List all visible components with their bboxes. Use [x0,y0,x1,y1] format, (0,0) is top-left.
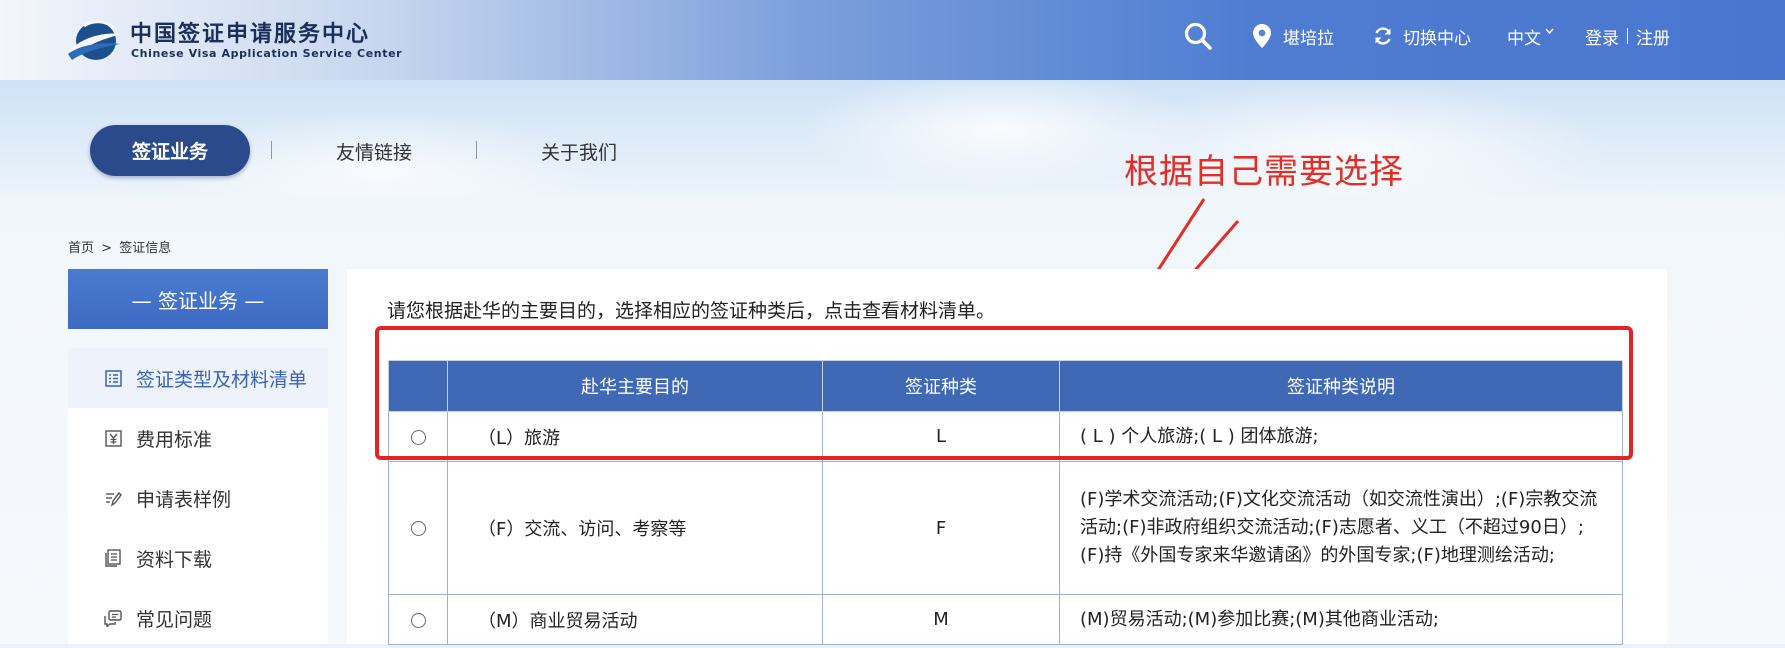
location-pin-icon [1253,24,1271,48]
instruction-text: 请您根据赴华的主要目的，选择相应的签证种类后，点击查看材料清单。 [387,300,996,322]
header-select [388,360,448,412]
logo-title-en: Chinese Visa Application Service Center [131,47,403,60]
purpose-cell: （M）商业贸易活动 [447,594,823,645]
switch-center-button[interactable]: 切换中心 [1373,0,1471,72]
sidebar-item-faq[interactable]: 常见问题 [68,588,328,648]
sidebar-item-label: 申请表样例 [136,488,232,511]
login-link[interactable]: 登录 [1585,24,1619,49]
table-row[interactable]: （L）旅游 L ( L ) 个人旅游;( L ) 团体旅游; [388,411,1623,462]
register-link[interactable]: 注册 [1636,24,1670,49]
visa-type-cell: M [822,594,1060,645]
purpose-cell: （L）旅游 [447,411,823,462]
breadcrumb: 首页 > 签证信息 [68,237,171,256]
location-selector[interactable]: 堪培拉 [1253,0,1334,72]
location-label: 堪培拉 [1283,28,1334,49]
search-icon [1184,22,1212,50]
sidebar-item-label: 常见问题 [136,608,213,631]
table-row[interactable]: （M）商业贸易活动 M (M)贸易活动;(M)参加比赛;(M)其他商业活动; [388,594,1623,645]
yen-icon [98,429,128,447]
row-select-cell [388,411,448,462]
sidebar-item-label: 费用标准 [136,428,213,451]
visa-type-table: 赴华主要目的 签证种类 签证种类说明 （L）旅游 L ( L ) 个人旅游;( … [388,360,1623,645]
chevron-down-icon [1545,28,1554,34]
row-select-cell [388,461,448,595]
visa-radio-m[interactable] [410,612,426,628]
sidebar-item-form-samples[interactable]: 申请表样例 [68,468,328,528]
breadcrumb-current: 签证信息 [119,241,172,256]
nav-divider [476,141,477,159]
table-row[interactable]: （F）交流、访问、考察等 F (F)学术交流活动;(F)文化交流活动（如交流性演… [388,461,1623,595]
header-description: 签证种类说明 [1059,360,1623,412]
nav-tab-friendly-links[interactable]: 友情链接 [336,138,412,165]
sidebar-title: — 签证业务 — [68,269,328,329]
nav-divider [271,141,272,159]
purpose-cell: （F）交流、访问、考察等 [447,461,823,595]
sidebar-item-visa-types[interactable]: 签证类型及材料清单 [68,348,328,408]
description-cell: (M)贸易活动;(M)参加比赛;(M)其他商业活动; [1059,594,1623,645]
header-visa-type: 签证种类 [822,360,1060,412]
nav-tab-about-us[interactable]: 关于我们 [541,138,617,165]
visa-type-cell: F [822,461,1060,595]
checklist-icon [98,369,128,387]
switch-center-label: 切换中心 [1403,28,1471,49]
sidebar-item-label: 签证类型及材料清单 [136,368,308,391]
logo-title-cn: 中国签证申请服务中心 [130,21,371,47]
breadcrumb-separator: > [101,241,113,256]
refresh-icon [1375,27,1391,45]
description-cell: ( L ) 个人旅游;( L ) 团体旅游; [1059,411,1623,462]
top-bar: 中国签证申请服务中心 Chinese Visa Application Serv… [0,0,1785,80]
logo-mark-icon [68,20,122,60]
description-cell: (F)学术交流活动;(F)文化交流活动（如交流性演出）;(F)宗教交流活动;(F… [1059,461,1623,595]
sidebar-item-downloads[interactable]: 资料下载 [68,528,328,588]
visa-radio-l[interactable] [410,429,426,445]
nav-banner [0,80,1785,196]
row-select-cell [388,594,448,645]
nav-tab-visa-services[interactable]: 签证业务 [90,125,250,176]
download-doc-icon [98,549,128,567]
breadcrumb-home[interactable]: 首页 [68,241,94,256]
search-button[interactable] [1183,0,1213,72]
language-selector[interactable]: 中文 [1507,0,1554,72]
sidebar-item-fees[interactable]: 费用标准 [68,408,328,468]
annotation-text: 根据自己需要选择 [1124,152,1404,192]
language-label: 中文 [1507,28,1541,49]
visa-radio-f[interactable] [410,521,426,536]
form-sample-icon [98,490,128,507]
table-header-row: 赴华主要目的 签证种类 签证种类说明 [388,360,1623,412]
sidebar-item-label: 资料下载 [136,548,213,571]
auth-divider [1627,28,1628,44]
visa-type-cell: L [822,411,1060,462]
faq-icon [98,609,128,627]
header-purpose: 赴华主要目的 [447,360,823,412]
auth-links: 登录 注册 [1585,0,1670,72]
site-logo[interactable]: 中国签证申请服务中心 Chinese Visa Application Serv… [66,14,402,66]
